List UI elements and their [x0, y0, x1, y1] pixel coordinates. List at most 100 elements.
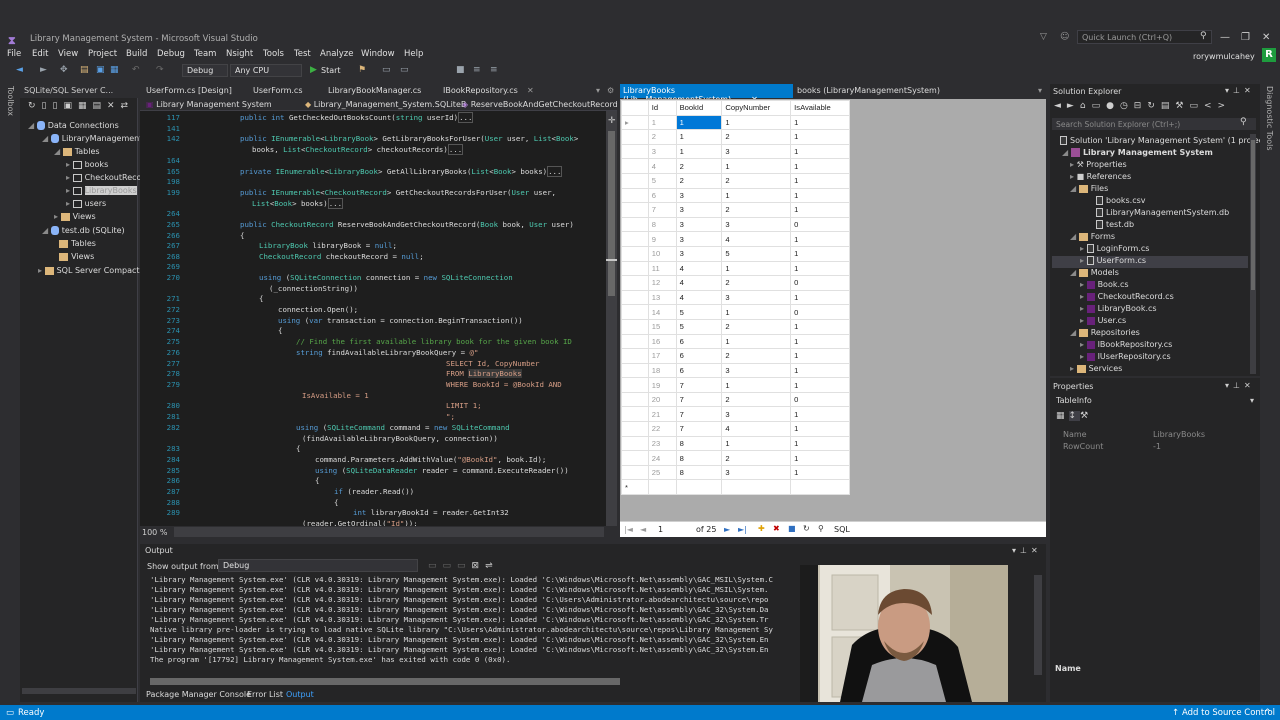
- save-all-icon[interactable]: ▦: [110, 65, 119, 75]
- tab-userform-design[interactable]: UserForm.cs [Design]: [146, 86, 232, 95]
- grid-cell[interactable]: 4: [721, 421, 792, 437]
- grid-cell[interactable]: 2: [721, 348, 792, 364]
- menu-edit[interactable]: Edit: [32, 49, 48, 61]
- property-value[interactable]: -1: [1153, 442, 1161, 451]
- search-icon[interactable]: ⚲: [818, 524, 824, 533]
- grid-cell[interactable]: 4: [675, 289, 723, 306]
- menu-nsight[interactable]: Nsight: [226, 49, 253, 61]
- back-icon[interactable]: ◄: [1054, 101, 1067, 111]
- chevron-up-icon[interactable]: ^: [1264, 708, 1271, 718]
- settings-icon[interactable]: ▤: [92, 101, 107, 111]
- grid-cell[interactable]: 1: [790, 114, 850, 131]
- grid-cell[interactable]: 1: [790, 348, 850, 364]
- start-button[interactable]: Start: [321, 66, 341, 75]
- grid-cell[interactable]: 1: [790, 450, 850, 466]
- tab-ibookrepository[interactable]: IBookRepository.cs: [443, 86, 518, 95]
- grid-cell[interactable]: 3: [721, 406, 792, 423]
- forward-icon[interactable]: ►: [40, 65, 47, 75]
- grid-cell[interactable]: 2: [647, 129, 677, 145]
- search-icon[interactable]: ⚲: [1240, 117, 1247, 127]
- tab-close-icon[interactable]: ✕: [527, 86, 534, 95]
- grid-cell[interactable]: 3: [675, 231, 723, 247]
- home-icon[interactable]: ⌂: [1080, 101, 1092, 111]
- references-node[interactable]: ▸ ■ References: [1070, 172, 1131, 184]
- grid-cell[interactable]: 25: [647, 464, 677, 481]
- signed-in-user[interactable]: rorywmulcahey: [1193, 52, 1255, 61]
- menu-analyze[interactable]: Analyze: [320, 49, 354, 61]
- save-icon[interactable]: ■: [788, 524, 796, 533]
- sql-button[interactable]: SQL: [834, 525, 850, 534]
- grid-cell[interactable]: [675, 479, 723, 496]
- column-header-isavailable[interactable]: IsAvailable: [790, 100, 850, 116]
- disconnect-icon[interactable]: ▯: [42, 101, 53, 111]
- editor-scroll-thumb[interactable]: [608, 131, 615, 296]
- switch-views-icon[interactable]: ▭: [1092, 101, 1107, 111]
- grid-cell[interactable]: 2: [721, 275, 792, 291]
- grid-cell[interactable]: 5: [675, 304, 723, 320]
- grid-cell[interactable]: 1: [790, 362, 850, 379]
- grid-cell[interactable]: 3: [721, 216, 792, 233]
- solution-node[interactable]: Solution 'Library Management System' (1 …: [1060, 136, 1269, 148]
- tree-test-tables[interactable]: Tables: [54, 239, 96, 252]
- nav-member-dropdown[interactable]: ◈ ReserveBookAndGetCheckoutRecord(: [462, 100, 617, 109]
- grid-cell[interactable]: 1: [675, 129, 723, 145]
- editor-horizontal-scrollbar[interactable]: [174, 527, 604, 537]
- tree-tables[interactable]: ◢ Tables: [54, 147, 100, 160]
- grid-row[interactable]: 19 7 1 1: [621, 377, 850, 393]
- grid-cell[interactable]: 2: [721, 450, 792, 466]
- properties-node[interactable]: ▸ ⚒ Properties: [1070, 160, 1127, 172]
- grid-cell[interactable]: 4: [721, 231, 792, 247]
- output-horizontal-scroll-thumb[interactable]: [150, 678, 620, 685]
- row-header[interactable]: [621, 129, 649, 145]
- toggle-icon[interactable]: ⇄: [121, 101, 135, 111]
- grid-cell[interactable]: 2: [721, 202, 792, 218]
- grid-cell[interactable]: 2: [721, 391, 792, 408]
- grid-cell[interactable]: 2: [675, 172, 723, 189]
- grid-row[interactable]: 8330: [621, 216, 850, 233]
- close-icon[interactable]: ✕: [1262, 32, 1270, 43]
- row-header[interactable]: [621, 318, 649, 335]
- file-library-db[interactable]: LibraryManagementSystem.db: [1096, 208, 1229, 220]
- attach-icon[interactable]: ⚑: [358, 65, 366, 75]
- file-books-csv[interactable]: books.csv: [1096, 196, 1146, 208]
- tab-books-data[interactable]: books (LibraryManagementSystem): [797, 86, 940, 95]
- grid-cell[interactable]: 12: [647, 275, 677, 291]
- row-header[interactable]: [621, 377, 649, 393]
- row-header[interactable]: [621, 143, 649, 160]
- grid-cell[interactable]: 4: [647, 158, 677, 174]
- pending-icon[interactable]: ◷: [1120, 101, 1134, 111]
- services-folder[interactable]: ▸ Services: [1070, 364, 1122, 376]
- column-header-id[interactable]: Id: [647, 100, 677, 116]
- grid-cell[interactable]: 1: [721, 304, 792, 320]
- new-project-icon[interactable]: ✥: [60, 65, 68, 75]
- tree-table-books[interactable]: ▸ books: [66, 160, 108, 173]
- grid-cell[interactable]: 17: [647, 348, 677, 364]
- dropdown-icon[interactable]: ▾: [1250, 396, 1254, 405]
- grid-cell[interactable]: 0: [790, 275, 850, 291]
- sqlite-horizontal-scrollbar[interactable]: [22, 688, 136, 694]
- grid-row[interactable]: 15 5 2 1: [621, 318, 850, 335]
- row-header[interactable]: [621, 421, 649, 437]
- row-header[interactable]: [621, 333, 649, 350]
- grid-cell[interactable]: 1: [721, 187, 792, 204]
- grid-cell[interactable]: 7: [675, 391, 723, 408]
- grid-cell[interactable]: 5: [721, 245, 792, 262]
- grid-row[interactable]: 5221: [621, 172, 850, 189]
- diagnostic-tools-tab[interactable]: Diagnostic Tools: [1265, 86, 1274, 151]
- grid-cell[interactable]: 8: [675, 450, 723, 466]
- configuration-select[interactable]: Debug: [182, 64, 228, 77]
- grid-cell[interactable]: 8: [675, 435, 723, 452]
- data-grid-table[interactable]: Id BookId CopyNumber IsAvailable ▸ 1 1 1 1 2 1…: [621, 100, 850, 496]
- grid-cell[interactable]: 11: [647, 260, 677, 277]
- platform-select[interactable]: Any CPU: [230, 64, 302, 77]
- grid-row[interactable]: 10 3 5 1: [621, 245, 850, 262]
- grid-cell[interactable]: 7: [675, 406, 723, 423]
- grid-row[interactable]: 17 6 2 1: [621, 348, 850, 364]
- add-to-source-control-button[interactable]: Add to Source Control: [1182, 708, 1275, 718]
- bookmark-icon[interactable]: ■: [456, 65, 465, 75]
- tab-userform-cs[interactable]: UserForm.cs: [253, 86, 303, 95]
- grid-cell[interactable]: 3: [721, 464, 792, 481]
- grid-cell[interactable]: 7: [675, 421, 723, 437]
- file-iuserrepository-cs[interactable]: ▸ IUserRepository.cs: [1080, 352, 1171, 364]
- row-header[interactable]: ▸: [621, 114, 649, 131]
